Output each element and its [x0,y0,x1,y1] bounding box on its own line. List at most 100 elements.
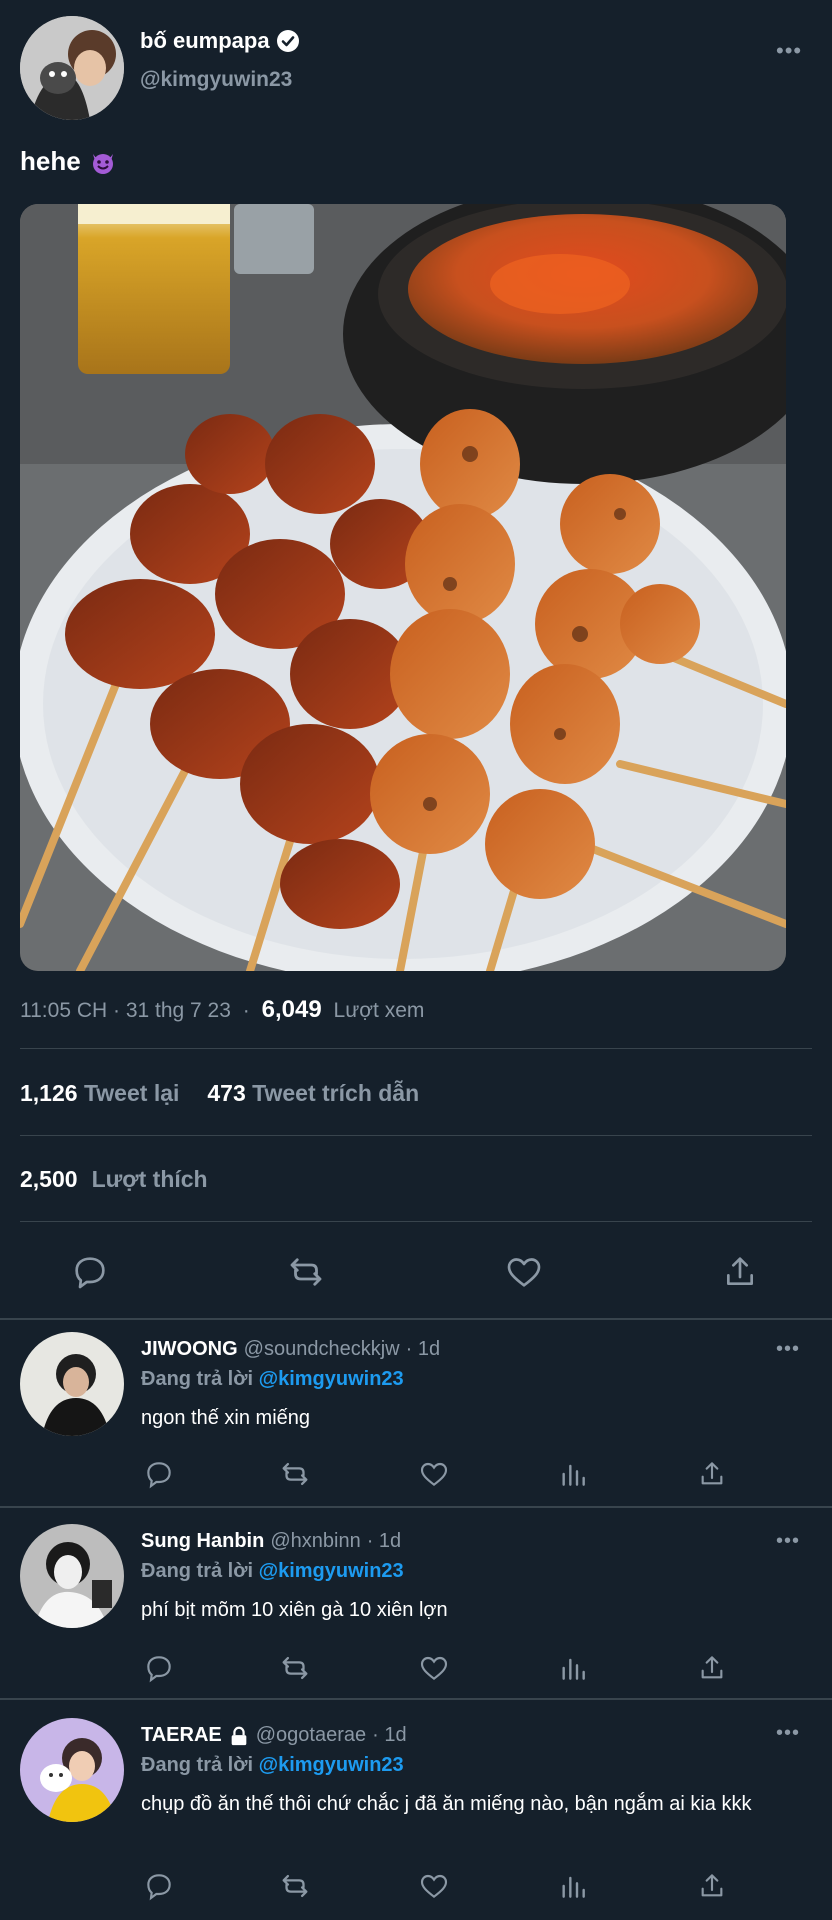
reply-author-handle[interactable]: @ogotaerae [256,1724,366,1747]
share-button[interactable] [718,1250,762,1294]
share-icon [701,1656,723,1679]
tweet-text-content: hehe [20,146,81,176]
quotes-label: Tweet trích dẫn [252,1080,420,1106]
reply-time[interactable]: · 1d [406,1338,440,1361]
replying-to: Đang trả lời @kimgyuwin23 [141,1754,404,1777]
tweet-action-bar [0,1232,832,1312]
author-handle[interactable]: @kimgyuwin23 [140,68,292,92]
reply-text: phí bịt mõm 10 xiên gà 10 xiên lợn [141,1599,448,1621]
replying-to-handle[interactable]: @kimgyuwin23 [259,1560,404,1582]
reply-header: JIWOONG @soundcheckkjw · 1d [141,1338,440,1361]
retweet-button[interactable] [277,1868,313,1904]
reply-author-handle[interactable]: @hxnbinn [270,1530,360,1553]
reply-avatar[interactable] [20,1524,124,1628]
reply-text: chụp đồ ăn thế thôi chứ chắc j đã ăn miế… [141,1793,752,1815]
like-button[interactable] [416,1650,452,1686]
reply-action-bar [141,1456,832,1496]
reply-action-bar [141,1650,832,1690]
reply-header: TAERAE @ogotaerae · 1d [141,1724,407,1747]
heart-icon [420,1462,448,1487]
reply-more-button[interactable]: ••• [776,1722,800,1745]
heart-icon [507,1258,541,1287]
views-count: 6,049 [261,996,322,1023]
retweet-icon [290,1258,322,1286]
share-button[interactable] [694,1868,730,1904]
more-options-button[interactable]: ••• [776,38,802,64]
reply-button[interactable] [141,1650,177,1686]
tweet-photo[interactable] [20,204,786,971]
analytics-button[interactable] [555,1456,591,1492]
reply-author-name[interactable]: Sung Hanbin [141,1530,264,1553]
reply-author-name[interactable]: JIWOONG [141,1338,238,1361]
heart-icon [420,1874,448,1899]
author-avatar[interactable] [20,16,124,120]
reply-avatar[interactable] [20,1332,124,1436]
reply-author-name[interactable]: TAERAE [141,1724,222,1747]
reply-icon [147,1874,171,1901]
analytics-icon [562,1658,585,1680]
retweets-label: Tweet lại [83,1080,180,1106]
share-button[interactable] [694,1650,730,1686]
lock-icon [228,1725,250,1747]
analytics-icon [562,1876,585,1898]
heart-icon [420,1656,448,1681]
like-button[interactable] [416,1456,452,1492]
like-button[interactable] [502,1250,546,1294]
share-icon [727,1257,753,1285]
reply-text: ngon thế xin miếng [141,1407,311,1429]
divider [20,1048,812,1049]
divider [20,1135,812,1136]
reply-icon [147,1462,171,1489]
likes-stats-row[interactable]: 2,500 Lượt thích [20,1166,208,1193]
reply-item[interactable]: JIWOONG @soundcheckkjw · 1d ••• Đang trả… [0,1320,832,1506]
retweet-button[interactable] [277,1650,313,1686]
reply-action-bar [141,1868,832,1908]
reply-item[interactable]: Sung Hanbin @hxnbinn · 1d ••• Đang trả l… [0,1508,832,1698]
replying-to-label: Đang trả lời [141,1560,254,1582]
replying-to-handle[interactable]: @kimgyuwin23 [259,1368,404,1390]
reply-icon [75,1257,105,1289]
analytics-button[interactable] [555,1868,591,1904]
replying-to: Đang trả lời @kimgyuwin23 [141,1560,404,1583]
reply-time[interactable]: · 1d [372,1724,406,1747]
share-icon [701,1462,723,1485]
author-name-row[interactable]: bố eumpapa [140,28,300,54]
analytics-button[interactable] [555,1650,591,1686]
reply-more-button[interactable]: ••• [776,1530,800,1553]
reply-button[interactable] [141,1456,177,1492]
quotes-count: 473 [207,1080,246,1106]
retweets-stat[interactable]: 1,126 Tweet lại [20,1080,179,1107]
reply-time[interactable]: · 1d [367,1530,401,1553]
retweet-button[interactable] [277,1456,313,1492]
reply-author-handle[interactable]: @soundcheckkjw [244,1338,400,1361]
smiling-devil-icon [89,148,117,176]
like-button[interactable] [416,1868,452,1904]
retweet-icon [282,1874,308,1898]
retweets-count: 1,126 [20,1080,78,1106]
replying-to-label: Đang trả lời [141,1754,254,1776]
reply-item[interactable]: TAERAE @ogotaerae · 1d ••• Đang trả lời … [0,1700,832,1920]
share-button[interactable] [694,1456,730,1492]
retweet-stats-row: 1,126 Tweet lại 473 Tweet trích dẫn [20,1080,419,1107]
meta-separator: · [242,999,250,1022]
reply-more-button[interactable]: ••• [776,1338,800,1361]
quotes-stat[interactable]: 473 Tweet trích dẫn [207,1080,419,1107]
author-display-name[interactable]: bố eumpapa [140,28,270,54]
views-label: Lượt xem [333,999,425,1022]
tweet-timestamp[interactable]: 11:05 CH · 31 thg 7 23 [20,999,231,1022]
replying-to-label: Đang trả lời [141,1368,254,1390]
retweet-icon [282,1462,308,1486]
replying-to-handle[interactable]: @kimgyuwin23 [259,1754,404,1776]
reply-avatar[interactable] [20,1718,124,1822]
tweet-text: hehe [20,146,117,177]
reply-icon [147,1656,171,1683]
likes-label: Lượt thích [91,1166,208,1192]
share-icon [701,1874,723,1897]
reply-header: Sung Hanbin @hxnbinn · 1d [141,1530,401,1553]
reply-button[interactable] [68,1250,112,1294]
retweet-button[interactable] [284,1250,328,1294]
replying-to: Đang trả lời @kimgyuwin23 [141,1368,404,1391]
retweet-icon [282,1656,308,1680]
reply-button[interactable] [141,1868,177,1904]
divider [20,1221,812,1222]
